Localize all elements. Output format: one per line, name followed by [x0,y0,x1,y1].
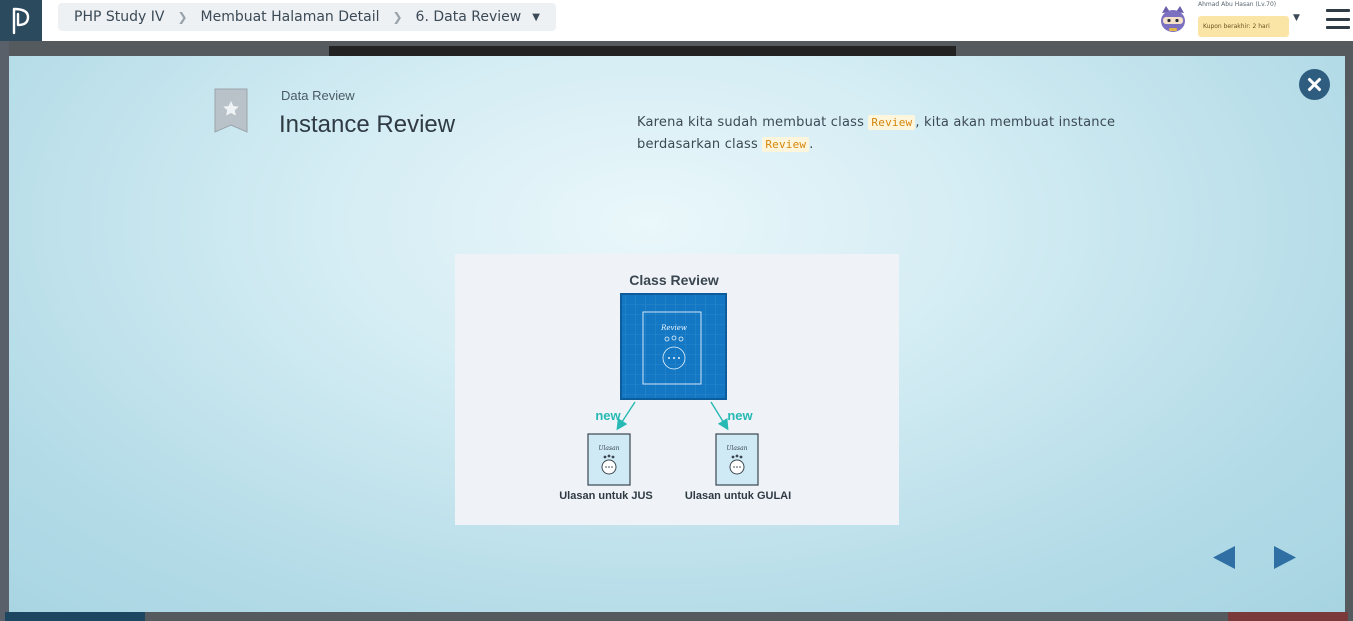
inline-code: Review [868,115,916,130]
background-panel [0,41,9,621]
close-icon[interactable] [1299,69,1330,100]
triangle-left-icon[interactable] [1212,545,1236,570]
user-menu[interactable]: Ahmad Abu Hasan (Lv.70) Kupon berakhir: … [1156,0,1306,41]
hamburger-menu-icon[interactable] [1326,7,1350,31]
description-text: . [809,136,814,152]
class-instance-diagram: Class Review Review new new Ulasan Ulasa… [455,254,899,525]
progate-logo-icon[interactable] [0,0,42,41]
instance-caption: Ulasan untuk GULAI [685,490,791,502]
breadcrumb-lesson[interactable]: 6. Data Review [416,9,522,25]
instance-card-label: Ulasan [598,445,619,452]
breadcrumb-chapter[interactable]: Membuat Halaman Detail [201,9,380,25]
user-name: Ahmad Abu Hasan (Lv.70) [1198,1,1277,8]
background-panel [1228,612,1348,621]
background-panel [329,46,956,56]
slide-description: Karena kita sudah membuat class Review, … [637,112,1137,155]
coupon-badge: Kupon berakhir: 2 hari [1198,16,1289,37]
instance-card-gulai: Ulasan [715,433,759,486]
diagram-title: Class Review [629,272,719,288]
top-bar: PHP Study IV ❯ Membuat Halaman Detail ❯ … [0,0,1353,41]
breadcrumb-course[interactable]: PHP Study IV [74,9,164,25]
chevron-right-icon: ❯ [177,10,188,24]
inline-code: Review [762,136,810,152]
instance-card-label: Ulasan [726,445,747,452]
instance-caption: Ulasan untuk JUS [559,490,653,502]
triangle-right-icon[interactable] [1273,545,1297,570]
slide-title: Instance Review [279,111,456,138]
description-text: Karena kita sudah membuat class [637,115,869,130]
caret-down-icon[interactable]: ▼ [532,12,540,23]
class-card-label: Review [660,324,687,332]
slide-modal: Data Review Instance Review Karena kita … [9,56,1345,612]
caret-down-icon[interactable]: ▼ [1293,13,1300,23]
arrow-label-new: new [727,408,753,423]
breadcrumb: PHP Study IV ❯ Membuat Halaman Detail ❯ … [58,3,556,31]
class-blueprint: Review [620,293,727,400]
background-panel [5,612,145,621]
slide-label: Data Review [281,88,355,103]
arrow-label-new: new [595,408,621,423]
instance-card-jus: Ulasan [587,433,631,486]
ninja-cat-avatar-icon[interactable] [1158,4,1188,34]
bookmark-star-icon [214,88,248,133]
chevron-right-icon: ❯ [392,10,403,24]
